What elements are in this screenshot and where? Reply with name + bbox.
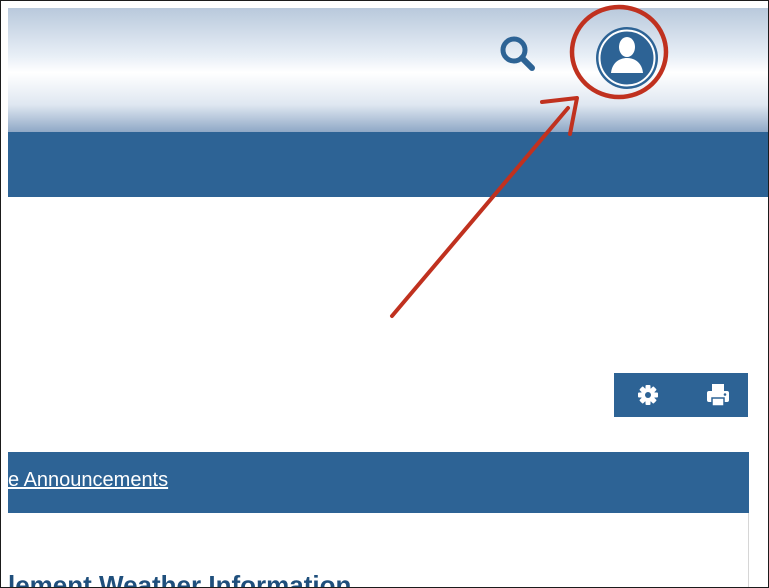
settings-button[interactable] [634, 381, 662, 409]
announcements-link[interactable]: e Announcements [8, 469, 168, 492]
content-title: lement Weather Information [8, 570, 352, 588]
printer-icon [707, 384, 729, 407]
search-icon [500, 36, 535, 71]
print-button[interactable] [704, 381, 732, 409]
gear-icon [638, 385, 658, 405]
account-button[interactable] [592, 23, 662, 93]
announcements-header: e Announcements [8, 452, 749, 513]
page-tools [614, 373, 748, 417]
screenshot-frame: e Announcements lement Weather Informati… [0, 0, 769, 588]
navigation-bar [8, 132, 769, 197]
search-button[interactable] [496, 32, 540, 76]
user-account-icon [596, 27, 658, 89]
site-header [8, 8, 769, 132]
content-panel: lement Weather Information [8, 513, 749, 588]
